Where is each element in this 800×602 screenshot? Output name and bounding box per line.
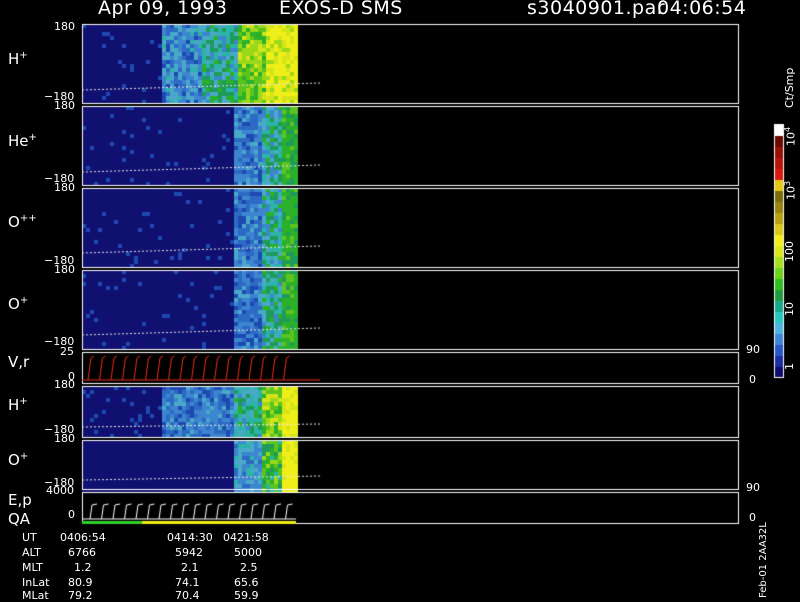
footer-label-ut: UT xyxy=(22,531,37,544)
colorbar-unit: Ct/Smp xyxy=(783,67,796,108)
footer-mlat-3: 59.9 xyxy=(234,589,259,602)
rtick-vr-bot: 0 xyxy=(749,373,756,386)
footer-ut-2: 0414:30 xyxy=(167,531,213,544)
footer-alt-2: 5942 xyxy=(175,546,203,559)
footer-label-mlat: MLat xyxy=(22,589,49,602)
panel-label-qa: QA xyxy=(8,510,31,528)
spectrogram-canvas xyxy=(0,0,800,600)
panel-label-h-plus: H+ xyxy=(8,50,28,68)
footer-ut-3: 0421:58 xyxy=(223,531,269,544)
panel-label-o-plus: O+ xyxy=(8,295,29,313)
ytick-ep-top: 4000 xyxy=(46,484,74,497)
footer-mlt-1: 1.2 xyxy=(74,561,92,574)
footer-mlat-1: 79.2 xyxy=(68,589,93,602)
rtick-vr-top: 90 xyxy=(746,343,760,356)
header-instrument: EXOS-D SMS xyxy=(279,0,403,19)
footer-ut-1: 0406:54 xyxy=(60,531,106,544)
footer-mlt-3: 2.5 xyxy=(240,561,258,574)
colorbar-label-10: 10 xyxy=(783,302,796,316)
footer-mlat-2: 70.4 xyxy=(175,589,200,602)
colorbar-label-1e3: 103 xyxy=(783,180,798,200)
footer-alt-1: 6766 xyxy=(68,546,96,559)
header-time: 04:06:54 xyxy=(657,0,747,19)
panel-label-o-plusplus: O++ xyxy=(8,213,37,231)
version-label: Feb-01 2AA32L xyxy=(758,522,769,598)
ytick-opp-top: 180 xyxy=(54,181,75,194)
panel-label-h-plus-2: H+ xyxy=(8,396,28,414)
footer-label-inlat: InLat xyxy=(22,576,50,589)
rtick-ep-bot: 0 xyxy=(749,511,756,524)
footer-label-alt: ALT xyxy=(22,546,41,559)
panel-label-vr: V,r xyxy=(8,353,30,371)
colorbar-label-1: 1 xyxy=(783,363,796,370)
panel-label-he-plus: He+ xyxy=(8,132,37,150)
footer-inlat-3: 65.6 xyxy=(234,576,259,589)
header-date: Apr 09, 1993 xyxy=(98,0,228,19)
panel-label-o-plus-2: O+ xyxy=(8,451,29,469)
colorbar-label-100: 100 xyxy=(783,241,796,262)
header-file: s3040901.par xyxy=(527,0,666,19)
ytick-vr-top: 25 xyxy=(60,345,74,358)
ytick-o2-top: 180 xyxy=(54,432,75,445)
footer-label-mlt: MLT xyxy=(22,561,43,574)
footer-inlat-1: 80.9 xyxy=(68,576,93,589)
ytick-h2-top: 180 xyxy=(54,378,75,391)
colorbar-label-1e4: 104 xyxy=(783,126,798,146)
ytick-he-top: 180 xyxy=(54,99,75,112)
footer-alt-3: 5000 xyxy=(234,546,262,559)
ytick-o-top: 180 xyxy=(54,263,75,276)
ytick-ep-bot: 0 xyxy=(68,508,75,521)
ytick-h-top: 180 xyxy=(54,20,75,33)
rtick-ep-top: 90 xyxy=(746,481,760,494)
footer-mlt-2: 2.1 xyxy=(181,561,199,574)
panel-label-ep: E,p xyxy=(8,491,32,509)
footer-inlat-2: 74.1 xyxy=(175,576,200,589)
